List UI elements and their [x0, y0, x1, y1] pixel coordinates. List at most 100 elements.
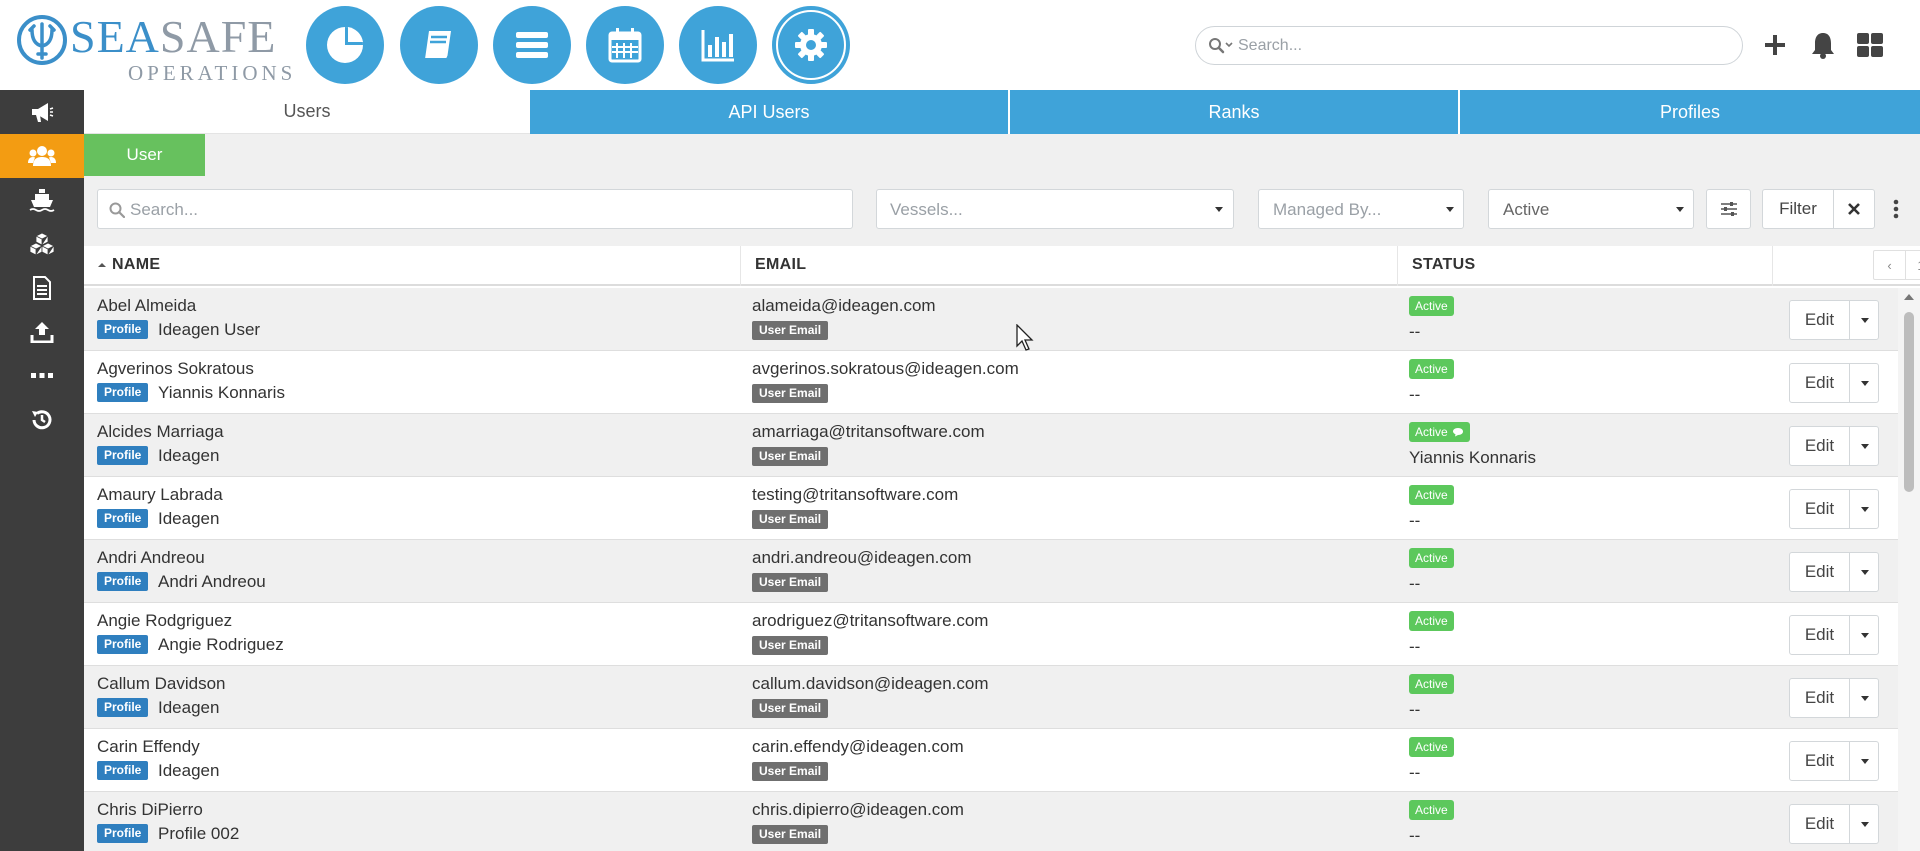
tab-users[interactable]: Users: [84, 90, 530, 134]
table-header: NAME EMAIL STATUS ‹ 1 / 3 ›: [84, 246, 1920, 286]
filter-button[interactable]: Filter: [1762, 189, 1834, 229]
edit-button[interactable]: Edit: [1790, 616, 1850, 654]
edit-dropdown-button[interactable]: [1851, 553, 1879, 591]
edit-dropdown-button[interactable]: [1851, 679, 1879, 717]
name-column-header[interactable]: NAME: [98, 256, 160, 274]
bell-icon: [1812, 33, 1834, 59]
sidebar-item-users[interactable]: [0, 134, 84, 178]
edit-button[interactable]: Edit: [1790, 490, 1850, 528]
user-profile: Angie Rodriguez: [158, 635, 284, 654]
user-email-badge: User Email: [752, 573, 829, 592]
table-row[interactable]: Abel Almeida Profile Ideagen User alameida@…: [84, 288, 1898, 351]
user-name[interactable]: Alcides Marriaga: [97, 422, 224, 442]
user-name[interactable]: Agverinos Sokratous: [97, 359, 254, 379]
tab-profiles[interactable]: Profiles: [1460, 90, 1920, 134]
user-search-placeholder: Search...: [130, 200, 199, 219]
status-badge: Active: [1409, 296, 1454, 316]
table-row[interactable]: Andri Andreou Profile Andri Andreou andri.a…: [84, 540, 1898, 603]
module-calendar-button[interactable]: [586, 6, 664, 84]
table-row[interactable]: Angie Rodgriguez Profile Angie Rodriguez ar…: [84, 603, 1898, 666]
user-name[interactable]: Abel Almeida: [97, 296, 196, 316]
edit-button[interactable]: Edit: [1790, 364, 1850, 402]
edit-dropdown-button[interactable]: [1851, 427, 1879, 465]
add-button[interactable]: [1760, 30, 1790, 60]
table-scrollbar[interactable]: [1898, 288, 1920, 851]
edit-dropdown-button[interactable]: [1851, 301, 1879, 339]
global-search-input[interactable]: [1238, 35, 1728, 57]
tab-ranks[interactable]: Ranks: [1010, 90, 1458, 134]
scroll-up-icon[interactable]: [1904, 294, 1914, 300]
apps-button[interactable]: [1855, 30, 1885, 60]
sidebar-item-vessels[interactable]: [0, 178, 84, 222]
ship-icon: [29, 189, 55, 212]
user-name[interactable]: Carin Effendy: [97, 737, 200, 757]
edit-button[interactable]: Edit: [1790, 301, 1850, 339]
table-row[interactable]: Callum Davidson Profile Ideagen callum.davi…: [84, 666, 1898, 729]
sidebar-item-history[interactable]: [0, 398, 84, 442]
caret-down-icon: [1861, 506, 1869, 512]
edit-button[interactable]: Edit: [1790, 553, 1850, 591]
module-settings-button[interactable]: [772, 6, 850, 84]
clear-filter-button[interactable]: [1833, 189, 1875, 229]
document-icon: [33, 276, 51, 300]
sidebar-item-more[interactable]: [0, 354, 84, 398]
table-row[interactable]: Agverinos Sokratous Profile Yiannis Konnar…: [84, 351, 1898, 414]
edit-dropdown-button[interactable]: [1851, 490, 1879, 528]
prev-page-button[interactable]: ‹: [1874, 251, 1906, 279]
user-name[interactable]: Amaury Labrada: [97, 485, 223, 505]
managed-by: --: [1409, 763, 1421, 782]
edit-button[interactable]: Edit: [1790, 427, 1850, 465]
list-icon: [516, 32, 548, 58]
user-email-badge: User Email: [752, 636, 829, 655]
user-name[interactable]: Andri Andreou: [97, 548, 205, 568]
edit-dropdown-button[interactable]: [1851, 364, 1879, 402]
sidebar-item-documents[interactable]: [0, 266, 84, 310]
table-row[interactable]: Carin Effendy Profile Ideagen carin.effendy…: [84, 729, 1898, 792]
user-name[interactable]: Angie Rodgriguez: [97, 611, 232, 631]
edit-button-group: Edit: [1789, 426, 1879, 466]
user-profile: Ideagen: [158, 509, 220, 528]
module-dashboard-button[interactable]: [306, 6, 384, 84]
seasafe-logo[interactable]: SEASAFE OPERATIONS: [16, 10, 292, 84]
name-column-label: NAME: [112, 256, 161, 273]
trident-logo-icon: [17, 15, 67, 65]
edit-dropdown-button[interactable]: [1851, 742, 1879, 780]
module-manuals-button[interactable]: [400, 6, 478, 84]
edit-button[interactable]: Edit: [1790, 805, 1850, 843]
status-column-header[interactable]: STATUS: [1412, 256, 1475, 274]
profile-badge: Profile: [97, 761, 149, 780]
edit-button[interactable]: Edit: [1790, 679, 1850, 717]
table-row[interactable]: Chris DiPierro Profile Profile 002 chris.di…: [84, 792, 1898, 851]
advanced-filter-button[interactable]: [1706, 189, 1751, 229]
managed-by: --: [1409, 637, 1421, 656]
sidebar-item-announcements[interactable]: [0, 90, 84, 134]
edit-button[interactable]: Edit: [1790, 742, 1850, 780]
notifications-button[interactable]: [1808, 30, 1838, 60]
managed-by-select[interactable]: Managed By...: [1258, 189, 1464, 229]
scrollbar-thumb[interactable]: [1904, 312, 1914, 492]
subtab-user[interactable]: User: [84, 134, 205, 176]
table-row[interactable]: Amaury Labrada Profile Ideagen testing@trit…: [84, 477, 1898, 540]
users-icon: [28, 146, 56, 166]
vessels-select[interactable]: Vessels...: [876, 189, 1234, 229]
user-name[interactable]: Callum Davidson: [97, 674, 226, 694]
edit-dropdown-button[interactable]: [1851, 805, 1879, 843]
sidebar-item-inventory[interactable]: [0, 222, 84, 266]
tab-api-users[interactable]: API Users: [530, 90, 1008, 134]
user-profile: Yiannis Konnaris: [158, 383, 285, 402]
user-name[interactable]: Chris DiPierro: [97, 800, 203, 820]
user-search-input[interactable]: Search...: [97, 189, 853, 229]
global-search[interactable]: [1195, 26, 1743, 65]
more-options-button[interactable]: [1893, 198, 1899, 220]
edit-dropdown-button[interactable]: [1851, 616, 1879, 654]
module-list-button[interactable]: [493, 6, 571, 84]
sidebar-item-upload[interactable]: [0, 310, 84, 354]
user-email-badge: User Email: [752, 510, 829, 529]
email-column-header[interactable]: EMAIL: [755, 256, 806, 274]
status-select[interactable]: Active: [1488, 189, 1694, 229]
column-divider: [1772, 246, 1773, 286]
table-row[interactable]: Alcides Marriaga Profile Ideagen amarriaga@…: [84, 414, 1898, 477]
status-label: Active: [1415, 677, 1448, 691]
edit-button-group: Edit: [1789, 300, 1879, 340]
module-reports-button[interactable]: [679, 6, 757, 84]
